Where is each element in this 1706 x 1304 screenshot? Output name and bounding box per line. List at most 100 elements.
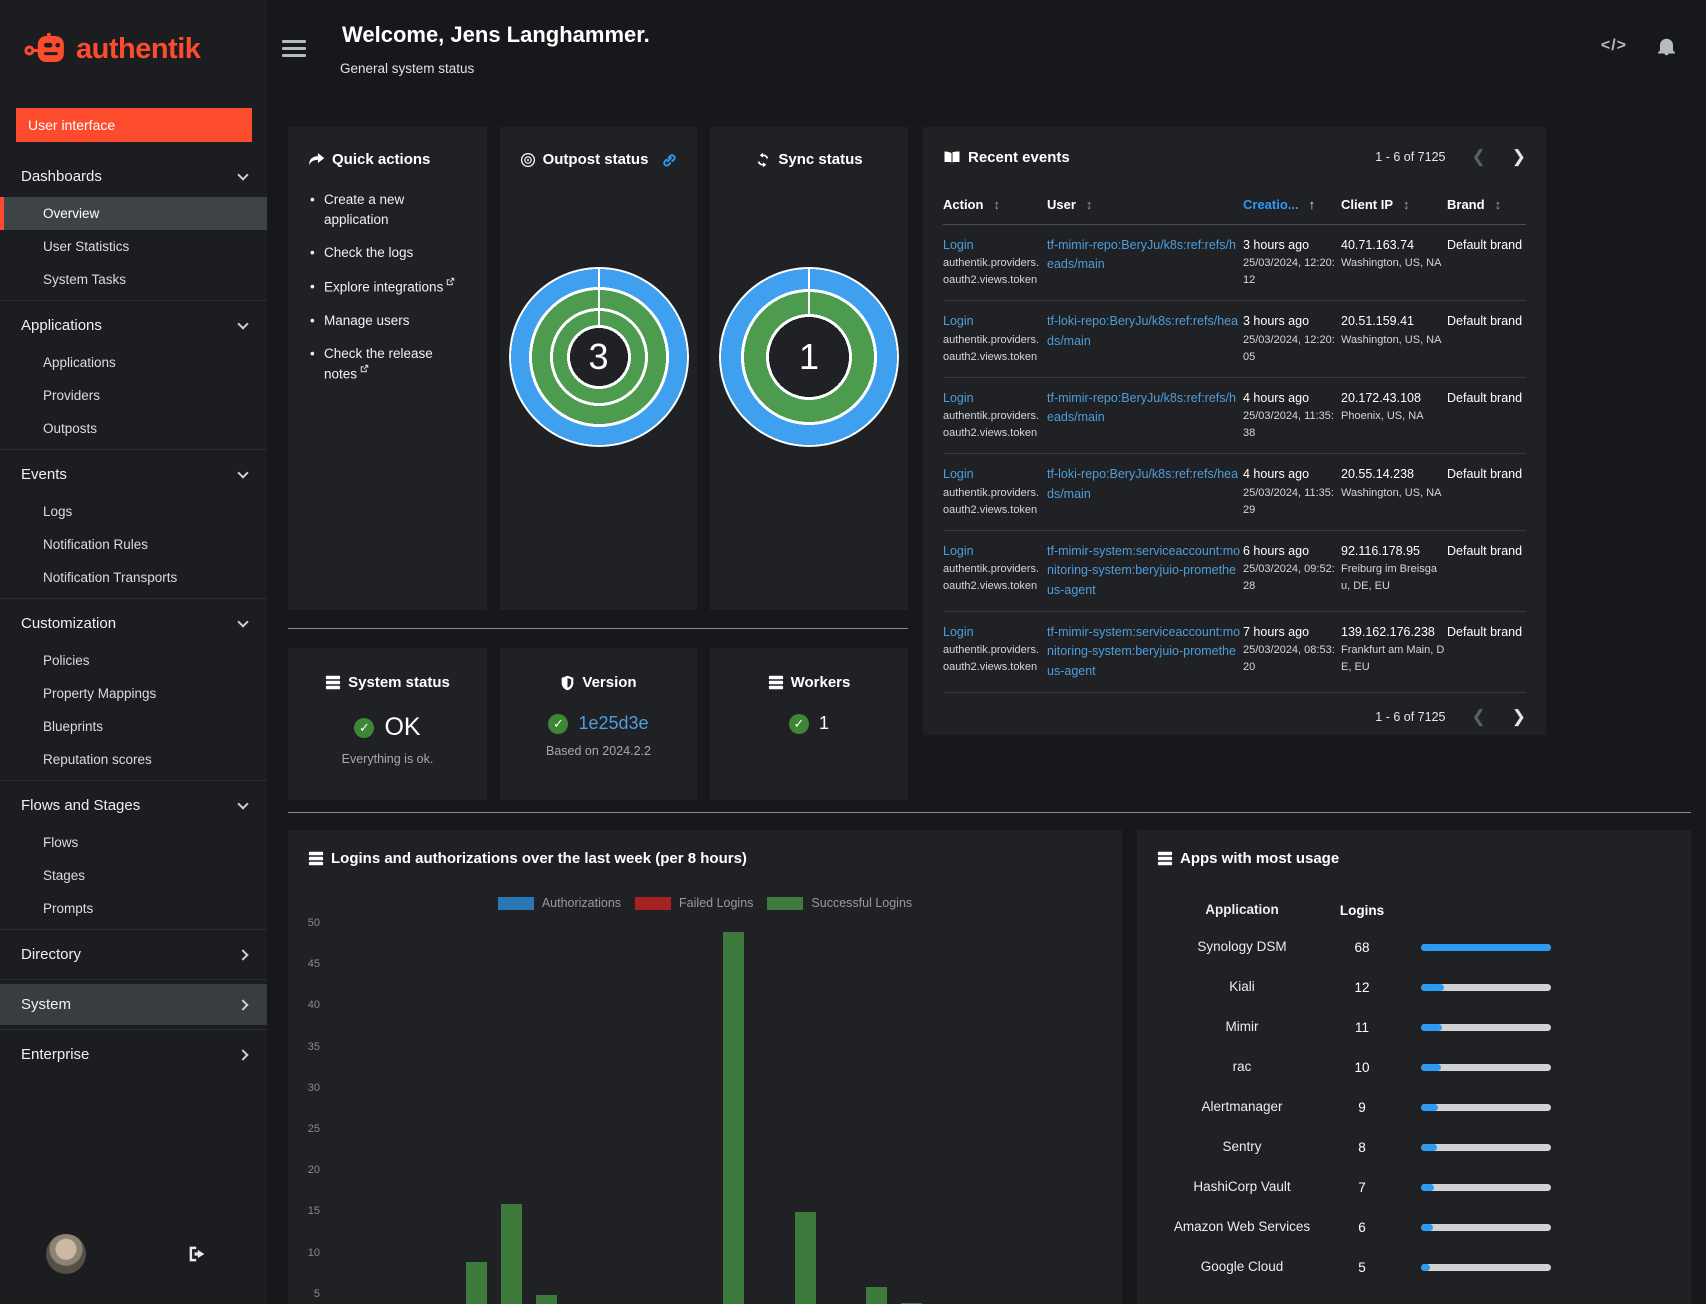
pagination-prev-icon[interactable]: ❮ — [1472, 147, 1486, 167]
event-action-link[interactable]: Login — [943, 542, 1045, 561]
sidebar-item-notification-transports[interactable]: Notification Transports — [0, 561, 267, 594]
pagination-next-icon-bottom[interactable]: ❯ — [1512, 707, 1526, 727]
app-name: Amazon Web Services — [1173, 1218, 1311, 1234]
check-circle-icon: ✓ — [354, 717, 375, 738]
event-ip: 20.55.14.238 — [1341, 467, 1414, 482]
sidebar-group-header-enterprise[interactable]: Enterprise — [0, 1034, 267, 1075]
quick-actions-list: Create a new application Check the logs Ex… — [308, 190, 467, 384]
version-value[interactable]: 1e25d3e — [578, 713, 648, 734]
sidebar-item-policies[interactable]: Policies — [0, 644, 267, 677]
sidebar-item-notification-rules[interactable]: Notification Rules — [0, 528, 267, 561]
sidebar-group-label: Flows and Stages — [21, 797, 141, 814]
sidebar-group-flows-and-stages: Flows and Stages Flows Stages Prompts — [0, 780, 267, 929]
quick-action-check-the-release-notes[interactable]: Check the release notes — [308, 344, 467, 384]
quick-action-manage-users[interactable]: Manage users — [308, 311, 467, 331]
chart-bar — [723, 932, 744, 1304]
sync-status-card: Sync status 1 — [710, 127, 908, 610]
sidebar-item-providers[interactable]: Providers — [0, 379, 267, 412]
event-user-link[interactable]: tf-loki-repo:BeryJu/k8s:ref:refs/heads/m… — [1047, 312, 1241, 351]
event-action-link[interactable]: Login — [943, 389, 1045, 408]
user-interface-button[interactable]: User interface — [16, 108, 252, 142]
app-logins: 68 — [1354, 939, 1370, 955]
sidebar-item-applications[interactable]: Applications — [0, 346, 267, 379]
app-usage-bar — [1421, 1263, 1551, 1271]
sync-status-value: 1 — [798, 336, 820, 377]
sign-out-icon[interactable] — [187, 1245, 207, 1263]
events-col-user[interactable]: User ↕ — [1047, 197, 1241, 212]
sidebar-item-label: Stages — [43, 868, 86, 883]
sidebar-group-header-applications[interactable]: Applications — [0, 305, 267, 346]
chevron-right-icon — [237, 1048, 249, 1061]
app-logins: 6 — [1358, 1219, 1366, 1235]
event-user-link[interactable]: tf-mimir-system:serviceaccount:monitorin… — [1047, 623, 1241, 681]
sidebar-item-label: Blueprints — [43, 719, 104, 734]
table-row: Login authentik.providers.oauth2.views.to… — [943, 612, 1526, 694]
event-action-link[interactable]: Login — [943, 236, 1045, 255]
sidebar-group-header-dashboards[interactable]: Dashboards — [0, 156, 267, 197]
app-logo: authentik — [0, 0, 267, 94]
events-col-client-ip[interactable]: Client IP ↕ — [1341, 197, 1445, 212]
chevron-right-icon — [237, 998, 249, 1011]
events-table: Action ↕ User ↕ Creatio... ↑ Client IP ↕ Brand ↕ L… — [943, 189, 1526, 694]
app-logo-text: authentik — [76, 32, 201, 65]
code-icon[interactable]: </> — [1601, 37, 1627, 55]
check-circle-icon: ✓ — [548, 713, 569, 734]
sidebar-item-label: Applications — [43, 355, 116, 370]
pagination-prev-icon-bottom[interactable]: ❮ — [1472, 707, 1486, 727]
sidebar-item-outposts[interactable]: Outposts — [0, 412, 267, 445]
sidebar-item-flows[interactable]: Flows — [0, 826, 267, 859]
events-col-creation[interactable]: Creatio... ↑ — [1243, 197, 1339, 212]
event-user-link[interactable]: tf-mimir-system:serviceaccount:monitorin… — [1047, 542, 1241, 600]
events-col-brand[interactable]: Brand ↕ — [1447, 197, 1531, 212]
event-user-link[interactable]: tf-mimir-repo:BeryJu/k8s:ref:refs/heads/… — [1047, 389, 1241, 428]
apps-usage-row: rac 10 — [1157, 1047, 1671, 1087]
quick-action-explore-integrations[interactable]: Explore integrations — [308, 277, 467, 297]
sidebar-item-property-mappings[interactable]: Property Mappings — [0, 677, 267, 710]
sidebar-group-label: System — [21, 996, 72, 1013]
hamburger-menu-icon[interactable] — [282, 40, 306, 61]
event-action-detail: authentik.providers.oauth2.views.token — [943, 563, 1039, 593]
sidebar-item-blueprints[interactable]: Blueprints — [0, 710, 267, 743]
sidebar-group-header-flows-and-stages[interactable]: Flows and Stages — [0, 785, 267, 826]
bell-icon[interactable] — [1657, 36, 1676, 56]
event-user-link[interactable]: tf-mimir-repo:BeryJu/k8s:ref:refs/heads/… — [1047, 236, 1241, 275]
sidebar-item-user-statistics[interactable]: User Statistics — [0, 230, 267, 263]
quick-action-create-a-new-application[interactable]: Create a new application — [308, 190, 467, 229]
sidebar-item-reputation-scores[interactable]: Reputation scores — [0, 743, 267, 776]
sidebar-group-header-events[interactable]: Events — [0, 454, 267, 495]
avatar[interactable] — [46, 1234, 86, 1274]
event-action-cell: Login authentik.providers.oauth2.views.to… — [943, 465, 1045, 518]
quick-action-check-the-logs[interactable]: Check the logs — [308, 243, 467, 263]
event-action-detail: authentik.providers.oauth2.views.token — [943, 410, 1039, 440]
sidebar-item-logs[interactable]: Logs — [0, 495, 267, 528]
sidebar-item-stages[interactable]: Stages — [0, 859, 267, 892]
sidebar-group-header-customization[interactable]: Customization — [0, 603, 267, 644]
pagination-label-bottom: 1 - 6 of 7125 — [1375, 710, 1446, 725]
event-action-link[interactable]: Login — [943, 312, 1045, 331]
app-usage-bar-fill — [1421, 1143, 1437, 1151]
sidebar-item-overview[interactable]: Overview — [0, 197, 267, 230]
sidebar-group-header-directory[interactable]: Directory — [0, 934, 267, 975]
server-icon — [768, 675, 784, 690]
event-action-link[interactable]: Login — [943, 465, 1045, 484]
event-user-cell: tf-mimir-repo:BeryJu/k8s:ref:refs/heads/… — [1047, 236, 1241, 289]
pagination-next-icon[interactable]: ❯ — [1512, 147, 1526, 167]
link-icon[interactable] — [661, 152, 677, 168]
chevron-down-icon — [237, 168, 249, 181]
sidebar-item-label: Providers — [43, 388, 101, 403]
apps-usage-title: Apps with most usage — [1180, 850, 1340, 867]
chevron-down-icon — [237, 797, 249, 810]
events-col-action[interactable]: Action ↕ — [943, 197, 1045, 212]
sidebar-item-prompts[interactable]: Prompts — [0, 892, 267, 925]
quick-action-label: Manage users — [324, 312, 410, 328]
event-datetime: 25/03/2024, 11:35:29 — [1243, 486, 1334, 516]
sidebar-group-header-system[interactable]: System — [0, 984, 267, 1025]
event-user-link[interactable]: tf-loki-repo:BeryJu/k8s:ref:refs/heads/m… — [1047, 465, 1241, 504]
event-action-link[interactable]: Login — [943, 623, 1045, 642]
quick-actions-card: Quick actions Create a new application Ch… — [288, 127, 487, 610]
shield-icon — [560, 675, 575, 691]
event-user-cell: tf-mimir-repo:BeryJu/k8s:ref:refs/heads/… — [1047, 389, 1241, 442]
chevron-down-icon — [237, 317, 249, 330]
event-user-cell: tf-mimir-system:serviceaccount:monitorin… — [1047, 542, 1241, 600]
sidebar-item-system-tasks[interactable]: System Tasks — [0, 263, 267, 296]
